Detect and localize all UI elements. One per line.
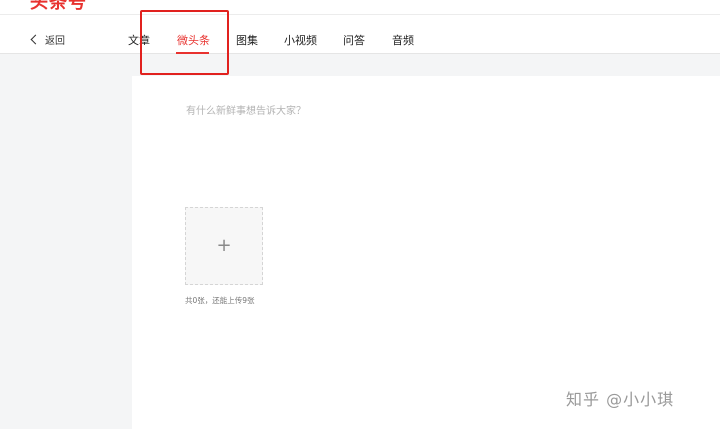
tab-qa[interactable]: 问答	[343, 32, 365, 48]
plus-icon: +	[216, 235, 232, 256]
watermark: 知乎 @小小琪	[566, 390, 675, 409]
tab-gallery[interactable]: 图集	[236, 32, 258, 48]
post-text-input[interactable]	[184, 100, 688, 194]
post-editor-panel: + 共0张，还能上传9张	[132, 76, 720, 429]
back-button[interactable]: 返回	[30, 32, 65, 47]
tab-article[interactable]: 文章	[128, 32, 150, 48]
active-tab-indicator	[176, 52, 209, 54]
top-header: 头条号	[0, 0, 720, 15]
tab-micro-post[interactable]: 微头条	[177, 32, 210, 48]
image-upload-button[interactable]: +	[185, 207, 263, 285]
publish-type-nav: 返回 文章 微头条 图集 小视频 问答 音频	[0, 15, 720, 54]
upload-count-hint: 共0张，还能上传9张	[185, 296, 255, 305]
tab-short-video[interactable]: 小视频	[284, 32, 317, 48]
back-label: 返回	[45, 36, 65, 47]
tab-audio[interactable]: 音频	[392, 32, 414, 48]
logo: 头条号	[30, 0, 87, 13]
chevron-left-icon	[30, 34, 41, 45]
